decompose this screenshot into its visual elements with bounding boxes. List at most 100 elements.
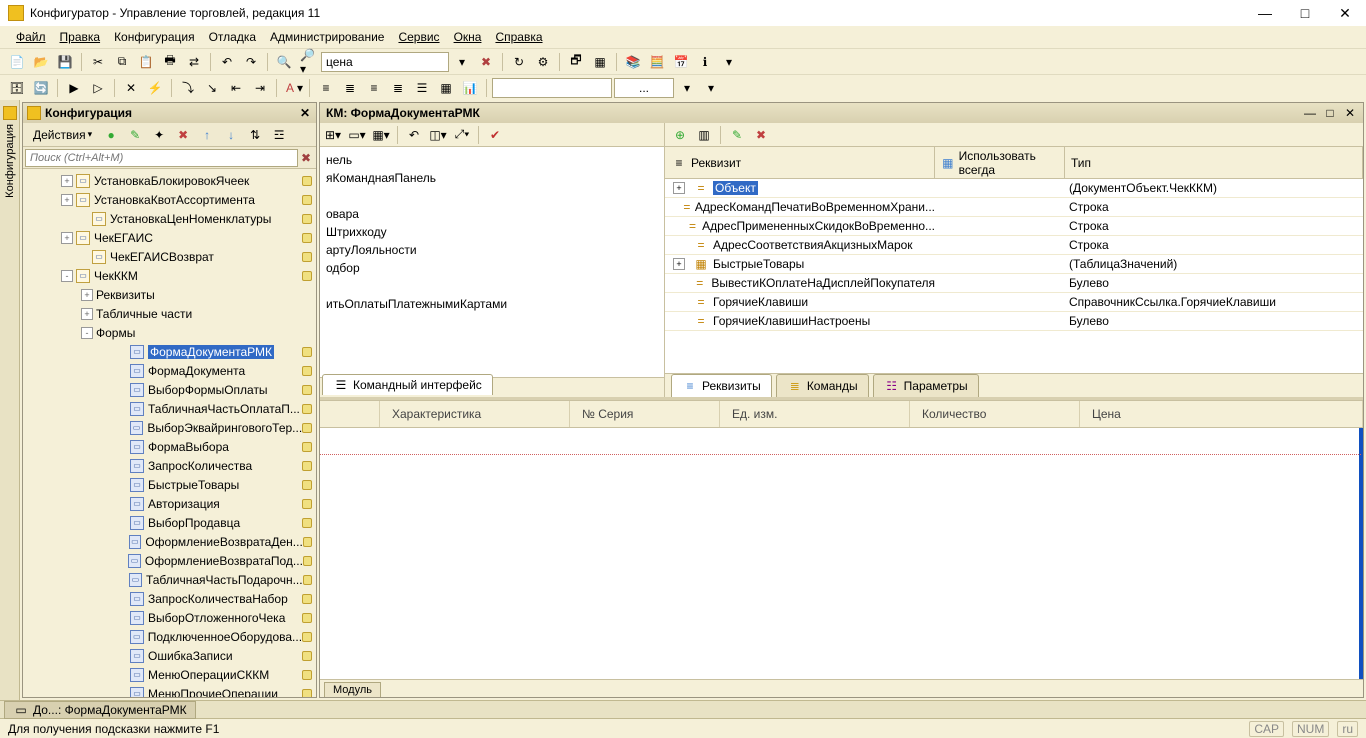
tree-node[interactable]: ▭ЧекЕГАИСВозврат (23, 247, 316, 266)
attribute-row[interactable]: +=Объект(ДокументОбъект.ЧекККМ) (665, 179, 1363, 198)
copy-icon[interactable]: ⧉ (111, 51, 133, 73)
pcol-characteristic[interactable]: Характеристика (380, 401, 570, 427)
attribute-row[interactable]: =АдресСоответствияАкцизныхМарокСтрока (665, 236, 1363, 255)
col-requisite[interactable]: ≡Реквизит (665, 147, 935, 178)
print-icon[interactable]: 🖶 (159, 51, 181, 73)
at-edit-icon[interactable]: ✎ (726, 124, 748, 146)
attribute-row[interactable]: =АдресКомандПечатиВоВременномХрани...Стр… (665, 198, 1363, 217)
at-add-icon[interactable]: ⊕ (669, 124, 691, 146)
more2-icon[interactable]: ▾ (700, 77, 722, 99)
down-arrow-icon[interactable]: ▾ (676, 77, 698, 99)
outdent-icon[interactable]: ⇤ (225, 77, 247, 99)
list-icon[interactable]: ☰ (411, 77, 433, 99)
tree-node[interactable]: +Реквизиты (23, 285, 316, 304)
tree-node[interactable]: +▭УстановкаКвотАссортимента (23, 190, 316, 209)
tree-node[interactable]: ▭ВыборОтложенногоЧека (23, 608, 316, 627)
fs-check-icon[interactable]: ✔ (484, 124, 506, 146)
grid-icon[interactable]: ▦ (435, 77, 457, 99)
config-tab-icon[interactable] (3, 106, 17, 120)
config-tab-label[interactable]: Конфигурация (4, 120, 16, 202)
attribute-row[interactable]: =ВывестиКОплатеНаДисплейПокупателяБулево (665, 274, 1363, 293)
save-icon[interactable]: 💾 (54, 51, 76, 73)
config-search-input[interactable] (25, 149, 298, 167)
tree-node[interactable]: ▭МенюПрочиеОперации (23, 684, 316, 697)
attribute-row[interactable]: +▦БыстрыеТовары(ТаблицаЗначений) (665, 255, 1363, 274)
pcol-unit[interactable]: Ед. изм. (720, 401, 910, 427)
tree-node[interactable]: ▭ТабличнаяЧастьОплатаП... (23, 399, 316, 418)
tree-node[interactable]: ▭ТабличнаяЧастьПодарочн... (23, 570, 316, 589)
align-right-icon[interactable]: ≡ (363, 77, 385, 99)
db-icon[interactable]: 🗄 (6, 77, 28, 99)
fs-expand2-icon[interactable]: ⤢▾ (451, 124, 473, 146)
align-center-icon[interactable]: ≣ (339, 77, 361, 99)
tree-toggle-icon[interactable]: + (61, 232, 73, 244)
minimize-button[interactable]: — (1252, 3, 1278, 23)
sort-icon[interactable]: ⇅ (244, 124, 266, 146)
tree-node[interactable]: ▭ЗапросКоличества (23, 456, 316, 475)
attribute-row[interactable]: =ГорячиеКлавишиСправочникСсылка.ГорячиеК… (665, 293, 1363, 312)
start-icon[interactable]: ▷ (87, 77, 109, 99)
fs-table-icon[interactable]: ▦▾ (370, 124, 392, 146)
close-button[interactable]: ✕ (1332, 3, 1358, 23)
config-tree[interactable]: +▭УстановкаБлокировокЯчеек+▭УстановкаКво… (23, 169, 316, 697)
col-type[interactable]: Тип (1065, 147, 1363, 178)
compare-icon[interactable]: ⇄ (183, 51, 205, 73)
new-icon[interactable]: 📄 (6, 51, 28, 73)
down-icon[interactable]: ↓ (220, 124, 242, 146)
paste-icon[interactable]: 📋 (135, 51, 157, 73)
dots-field[interactable] (614, 78, 674, 98)
refresh-icon[interactable]: ↻ (508, 51, 530, 73)
tile-icon[interactable]: ▦ (589, 51, 611, 73)
chart-icon[interactable]: 📊 (459, 77, 481, 99)
tree-node[interactable]: ▭ВыборПродавца (23, 513, 316, 532)
more-icon[interactable]: ▾ (718, 51, 740, 73)
tree-node[interactable]: ▭Авторизация (23, 494, 316, 513)
editor-close-icon[interactable]: ✕ (1343, 106, 1357, 120)
attr-toggle-icon[interactable]: + (673, 182, 685, 194)
filter-icon[interactable]: ☲ (268, 124, 290, 146)
fs-expand-icon[interactable]: ⊞▾ (322, 124, 344, 146)
align-left-icon[interactable]: ≡ (315, 77, 337, 99)
step-over-icon[interactable]: ⤵ (177, 77, 199, 99)
menu-config[interactable]: Конфигурация (108, 28, 201, 46)
form-tree-line[interactable]: Штрихкоду (324, 223, 662, 241)
tree-node[interactable]: +▭ЧекЕГАИС (23, 228, 316, 247)
add-icon[interactable]: ● (100, 124, 122, 146)
dropdown-icon[interactable]: ▾ (451, 51, 473, 73)
tree-node[interactable]: ▭ФормаДокументаРМК (23, 342, 316, 361)
fs-layout-icon[interactable]: ◫▾ (427, 124, 449, 146)
menu-debug[interactable]: Отладка (203, 28, 262, 46)
form-tree-line[interactable]: нель (324, 151, 662, 169)
clear-search-icon[interactable]: ✖ (475, 51, 497, 73)
step-into-icon[interactable]: ↘ (201, 77, 223, 99)
menu-admin[interactable]: Администрирование (264, 28, 390, 46)
tree-toggle-icon[interactable]: - (61, 270, 73, 282)
form-tree-line[interactable]: итьОплатыПлатежнымиКартами (324, 295, 662, 313)
at-delete-icon[interactable]: ✖ (750, 124, 772, 146)
attr-toggle-icon[interactable]: + (673, 258, 685, 270)
at-col-icon[interactable]: ▥ (693, 124, 715, 146)
undo-icon[interactable]: ↶ (216, 51, 238, 73)
delete-icon[interactable]: ✖ (172, 124, 194, 146)
fs-undo-icon[interactable]: ↶ (403, 124, 425, 146)
preview-scroll-marker[interactable] (1359, 428, 1363, 679)
attribute-row[interactable]: =АдресПримененныхСкидокВоВременно...Стро… (665, 217, 1363, 236)
tree-node[interactable]: ▭БыстрыеТовары (23, 475, 316, 494)
tree-toggle-icon[interactable]: + (81, 308, 93, 320)
tree-node[interactable]: ▭ФормаВыбора (23, 437, 316, 456)
pcol-series[interactable]: № Серия (570, 401, 720, 427)
form-tree-line[interactable] (324, 277, 662, 295)
pcol-qty[interactable]: Количество (910, 401, 1080, 427)
tab-commands[interactable]: ≣Команды (776, 374, 869, 397)
attributes-grid[interactable]: +=Объект(ДокументОбъект.ЧекККМ)=АдресКом… (665, 179, 1363, 373)
menu-help[interactable]: Справка (489, 28, 548, 46)
tree-node[interactable]: ▭ВыборЭквайринговогоТер... (23, 418, 316, 437)
calendar-icon[interactable]: 📅 (670, 51, 692, 73)
tree-toggle-icon[interactable]: + (81, 289, 93, 301)
editor-minimize-icon[interactable]: — (1303, 106, 1317, 120)
tree-node[interactable]: ▭УстановкаЦенНоменклатуры (23, 209, 316, 228)
tree-node[interactable]: ▭ОформлениеВозвратаДен... (23, 532, 316, 551)
syntax-helper-icon[interactable]: 📚 (622, 51, 644, 73)
start-debug-icon[interactable]: ▶ (63, 77, 85, 99)
open-icon[interactable]: 📂 (30, 51, 52, 73)
